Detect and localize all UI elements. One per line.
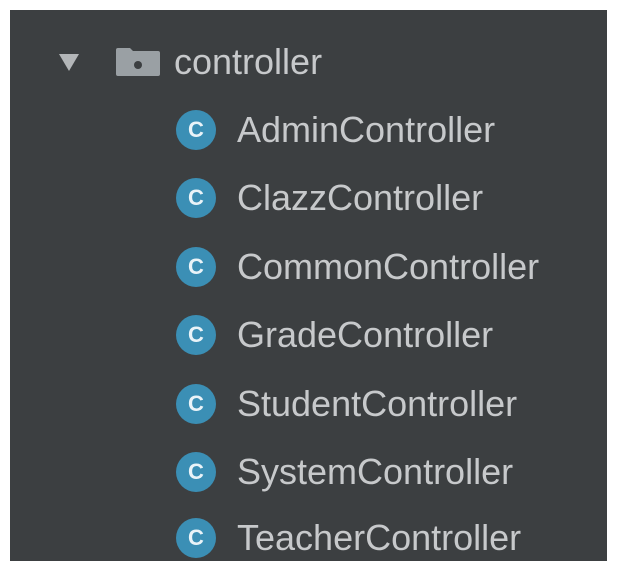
class-icon: C <box>176 518 216 558</box>
class-icon: C <box>176 247 216 287</box>
tree-item[interactable]: C SystemController <box>176 446 513 498</box>
tree-item[interactable]: C AdminController <box>176 104 495 156</box>
folder-label: controller <box>174 41 323 82</box>
tree-item-label: TeacherController <box>237 517 522 558</box>
class-icon: C <box>176 384 216 424</box>
tree-item[interactable]: C TeacherController <box>176 512 521 564</box>
tree-item-label: StudentController <box>237 383 518 424</box>
tree-item[interactable]: C GradeController <box>176 309 493 361</box>
tree-item-label: ClazzController <box>237 177 484 218</box>
tree-folder-controller[interactable]: controller <box>58 36 322 88</box>
class-icon: C <box>176 452 216 492</box>
tree-item-label: SystemController <box>237 451 514 492</box>
tree-item[interactable]: C ClazzController <box>176 172 483 224</box>
class-icon: C <box>176 178 216 218</box>
folder-icon <box>115 47 161 77</box>
chevron-down-icon[interactable] <box>58 51 80 73</box>
project-tree-panel: controller C AdminController C ClazzCont… <box>10 10 607 561</box>
tree-item-label: AdminController <box>237 109 496 150</box>
tree-item-label: GradeController <box>237 314 494 355</box>
class-icon: C <box>176 315 216 355</box>
tree-item[interactable]: C CommonController <box>176 241 539 293</box>
tree-item-label: CommonController <box>237 246 540 287</box>
tree-item[interactable]: C StudentController <box>176 378 517 430</box>
class-icon: C <box>176 110 216 150</box>
